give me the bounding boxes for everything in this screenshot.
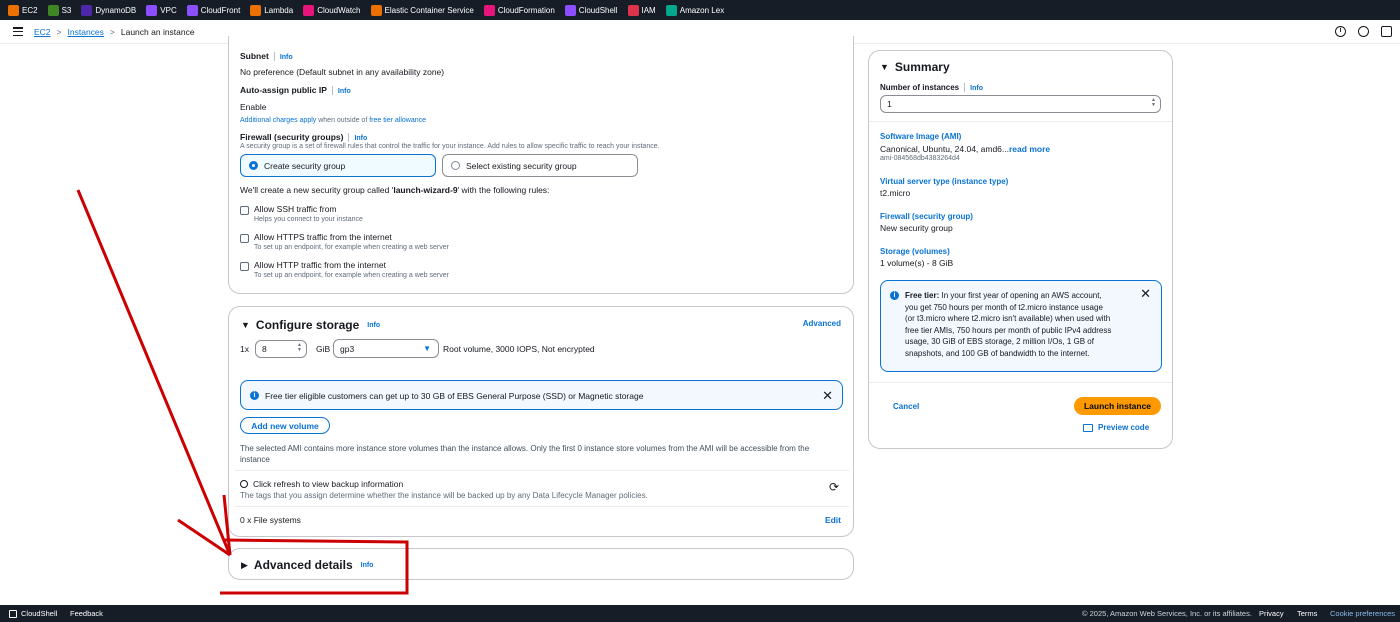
terminal-icon	[9, 609, 17, 618]
terms-link[interactable]: Terms	[1297, 609, 1317, 618]
annotation-overlay	[76, 189, 409, 595]
copyright: © 2025, Amazon Web Services, Inc. or its…	[1082, 609, 1252, 618]
cloudshell-footer-button[interactable]: CloudShell	[9, 609, 57, 618]
feedback-link[interactable]: Feedback	[70, 609, 103, 618]
console-footer: CloudShell Feedback © 2025, Amazon Web S…	[0, 605, 1400, 622]
privacy-link[interactable]: Privacy	[1259, 609, 1284, 618]
cookie-preferences-link[interactable]: Cookie preferences	[1330, 609, 1395, 618]
annotation-arrow-shaft	[76, 189, 232, 556]
annotation-box	[220, 538, 409, 595]
